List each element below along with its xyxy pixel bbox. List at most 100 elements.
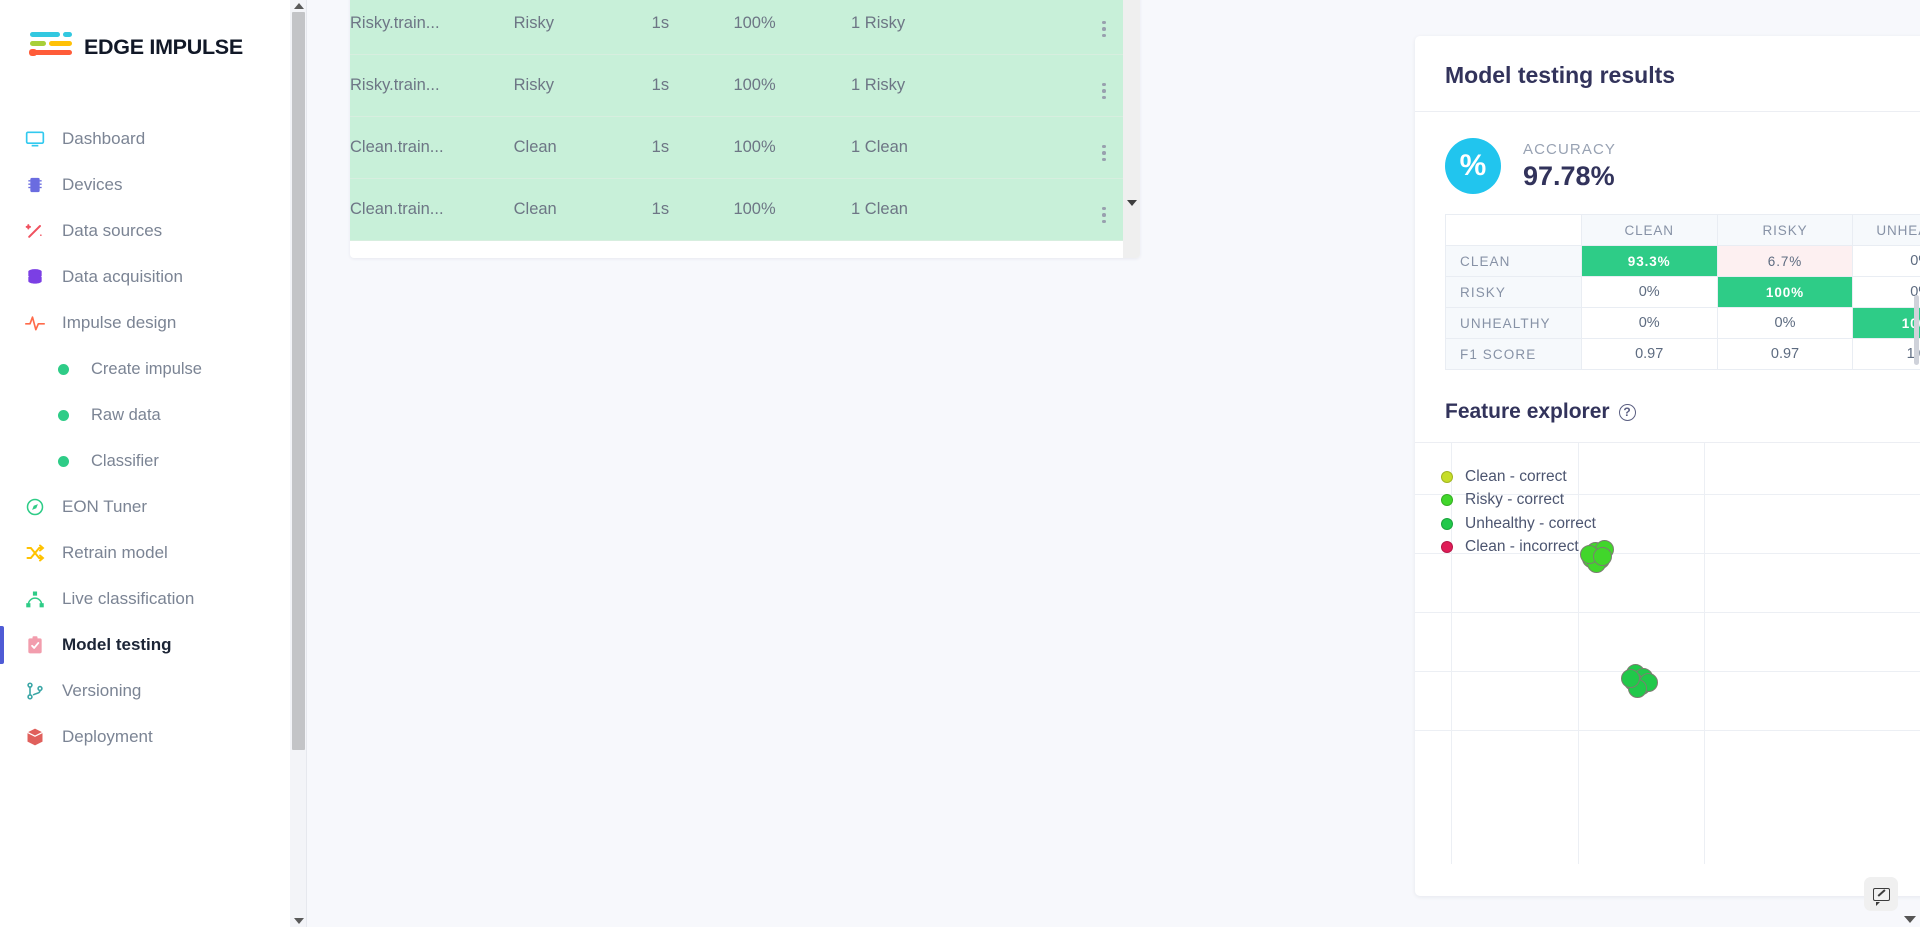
- sidebar-item-create-impulse[interactable]: Create impulse: [0, 346, 290, 392]
- sidebar-item-label: Data sources: [62, 221, 163, 240]
- table-row[interactable]: Risky.train... Risky 1s 100% 1 Risky: [350, 54, 1140, 117]
- model-testing-results-card: Model testing results % ACCURACY 97.78% …: [1415, 36, 1920, 896]
- kebab-menu-icon[interactable]: [1102, 82, 1106, 99]
- confusion-matrix-wrap: CLEAN RISKY UNHEALTHY UNCERTAIN CLEAN 93…: [1415, 214, 1920, 370]
- sidebar-item-label: Data acquisition: [62, 267, 183, 286]
- sidebar-item-label: Deployment: [62, 727, 153, 746]
- matrix-row-label: F1 SCORE: [1445, 338, 1582, 370]
- feature-explorer-title: Feature explorer: [1445, 400, 1610, 423]
- sidebar-item-versioning[interactable]: Versioning: [0, 668, 290, 714]
- sidebar-item-live-classification[interactable]: Live classification: [0, 576, 290, 622]
- sidebar-item-model-testing[interactable]: Model testing: [0, 622, 290, 668]
- scrollbar-thumb[interactable]: [292, 12, 305, 750]
- legend-item[interactable]: Clean - correct: [1441, 465, 1596, 489]
- sample-accuracy: 100%: [733, 178, 852, 241]
- confusion-matrix-header-row: CLEAN RISKY UNHEALTHY UNCERTAIN: [1445, 214, 1920, 246]
- sample-length: 1s: [651, 178, 734, 241]
- sidebar-item-eon-tuner[interactable]: EON Tuner: [0, 484, 290, 530]
- dot-icon: [58, 363, 69, 375]
- sidebar-item-raw-data[interactable]: Raw data: [0, 392, 290, 438]
- sidebar-item-label: Classifier: [91, 451, 159, 470]
- sample-expected: Risky: [513, 54, 652, 117]
- legend-label: Clean - incorrect: [1465, 538, 1579, 556]
- sidebar-item-label: Retrain model: [62, 543, 168, 562]
- sidebar-item-label: Live classification: [62, 589, 195, 608]
- feedback-chat-icon[interactable]: [1864, 877, 1898, 911]
- matrix-row-f1: F1 SCORE 0.97 0.97 1.00: [1445, 338, 1920, 370]
- clipboard-check-icon: [24, 634, 46, 656]
- scatter-point[interactable]: [1620, 668, 1640, 688]
- legend-item[interactable]: Clean - incorrect: [1441, 536, 1596, 560]
- grid-line-horizontal: [1415, 612, 1920, 613]
- matrix-cell: 0%: [1852, 276, 1920, 308]
- matrix-row-label: CLEAN: [1445, 245, 1582, 277]
- feature-explorer-body: Clean - correct Risky - correct Unhealth…: [1415, 442, 1920, 864]
- matrix-cell: 0%: [1716, 307, 1854, 339]
- feature-explorer-legend: Clean - correct Risky - correct Unhealth…: [1441, 465, 1596, 559]
- sample-length: 1s: [651, 116, 734, 179]
- question-circle-icon[interactable]: ?: [1618, 403, 1636, 421]
- sidebar-item-data-sources[interactable]: Data sources: [0, 208, 290, 254]
- kebab-menu-icon[interactable]: [1102, 206, 1106, 223]
- legend-item[interactable]: Risky - correct: [1441, 489, 1596, 513]
- sidebar-item-label: Impulse design: [62, 313, 177, 332]
- dot-icon: [58, 409, 69, 421]
- sidebar-item-label: Model testing: [62, 635, 172, 654]
- page-scroll-down-arrow-icon[interactable]: [1904, 916, 1916, 923]
- table-row[interactable]: Risky.train... Risky 1s 100% 1 Risky: [350, 0, 1140, 55]
- pulse-icon: [24, 312, 46, 334]
- matrix-cell: 0.97: [1716, 338, 1854, 370]
- main-content: Risky.train... Risky 1s 100% 1 Risky Ris…: [290, 0, 1920, 927]
- sidebar-item-devices[interactable]: Devices: [0, 162, 290, 208]
- chip-icon: [24, 174, 46, 196]
- matrix-cell: 6.7%: [1716, 245, 1854, 277]
- legend-color-dot: [1441, 470, 1453, 483]
- legend-color-dot: [1441, 517, 1453, 530]
- matrix-row-unhealthy: UNHEALTHY 0% 0% 100% 0%: [1445, 307, 1920, 339]
- sample-expected: Clean: [513, 116, 652, 179]
- brand[interactable]: EDGE IMPULSE: [0, 0, 290, 64]
- table-row[interactable]: Clean.train... Clean 1s 100% 1 Clean: [350, 178, 1140, 241]
- sidebar-item-impulse-design[interactable]: Impulse design: [0, 300, 290, 346]
- sample-name: Risky.train...: [350, 0, 514, 55]
- sample-result: 1 Clean: [851, 116, 1069, 179]
- test-samples-table-card: Risky.train... Risky 1s 100% 1 Risky Ris…: [350, 0, 1140, 258]
- matrix-cell: 0%: [1852, 245, 1920, 277]
- magic-wand-icon: [24, 220, 46, 242]
- table-row[interactable]: Clean.train... Clean 1s 100% 1 Clean: [350, 116, 1140, 179]
- sidebar-item-deployment[interactable]: Deployment: [0, 714, 290, 760]
- sample-name: Clean.train...: [350, 116, 514, 179]
- matrix-cell: 100%: [1852, 307, 1920, 339]
- matrix-cell: 93.3%: [1580, 245, 1718, 277]
- sidebar-item-label: Create impulse: [91, 359, 202, 378]
- sidebar-item-label: Versioning: [62, 681, 142, 700]
- sidebar-item-classifier[interactable]: Classifier: [0, 438, 290, 484]
- sample-length: 1s: [651, 54, 734, 117]
- table-scroll-down-arrow-icon[interactable]: [1127, 200, 1137, 206]
- matrix-corner: [1445, 214, 1582, 246]
- sample-name: Risky.train...: [350, 54, 514, 117]
- table-scrollbar[interactable]: [1123, 0, 1140, 258]
- grid-line-horizontal: [1415, 730, 1920, 731]
- kebab-menu-icon[interactable]: [1102, 144, 1106, 161]
- sidebar-item-label: EON Tuner: [62, 497, 148, 516]
- percent-icon: %: [1445, 138, 1501, 194]
- scroll-down-arrow-icon[interactable]: [294, 918, 304, 924]
- branch-icon: [24, 680, 46, 702]
- scroll-up-arrow-icon[interactable]: [294, 3, 304, 9]
- legend-label: Risky - correct: [1465, 491, 1565, 509]
- inner-scrollbar-thumb[interactable]: [1914, 295, 1919, 365]
- sidebar-item-retrain-model[interactable]: Retrain model: [0, 530, 290, 576]
- accuracy-label: ACCURACY: [1523, 140, 1616, 158]
- sidebar-item-dashboard[interactable]: Dashboard: [0, 116, 290, 162]
- sidebar-item-data-acquisition[interactable]: Data acquisition: [0, 254, 290, 300]
- sample-accuracy: 100%: [733, 54, 852, 117]
- shuffle-icon: [24, 542, 46, 564]
- page-scrollbar[interactable]: [290, 0, 307, 927]
- matrix-col-clean: CLEAN: [1580, 214, 1718, 246]
- kebab-menu-icon[interactable]: [1102, 20, 1106, 37]
- sample-result: 1 Clean: [851, 178, 1069, 241]
- monitor-icon: [24, 128, 46, 150]
- legend-item[interactable]: Unhealthy - correct: [1441, 512, 1596, 536]
- legend-label: Unhealthy - correct: [1465, 514, 1596, 532]
